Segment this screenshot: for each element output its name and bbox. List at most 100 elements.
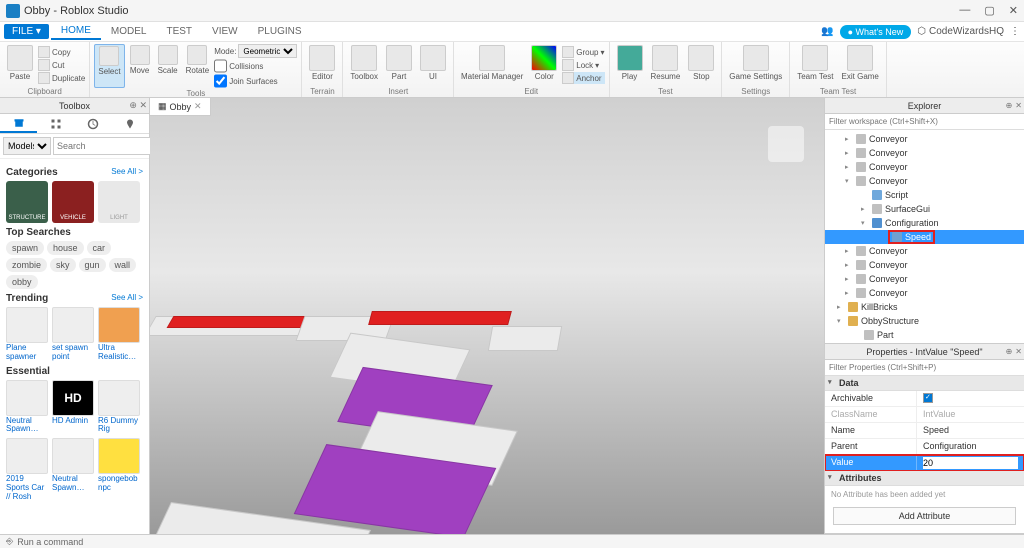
join-check[interactable]: Join Surfaces <box>214 74 297 88</box>
tree-item-part[interactable]: Part <box>825 328 1024 342</box>
properties-close[interactable]: ✕ <box>1015 347 1022 356</box>
trending-seeall[interactable]: See All > <box>111 293 143 304</box>
tree-item[interactable]: ▸Conveyor <box>825 258 1024 272</box>
chip-spawn[interactable]: spawn <box>6 241 44 255</box>
toolbox-tab-inventory[interactable] <box>37 114 74 133</box>
chip-sky[interactable]: sky <box>50 258 76 272</box>
game-settings[interactable]: Game Settings <box>726 44 785 86</box>
prop-parent[interactable]: ParentConfiguration <box>825 439 1024 455</box>
tree-item[interactable]: ▾Conveyor <box>825 174 1024 188</box>
toolbox-category-select[interactable]: Models <box>3 137 51 155</box>
trending-card[interactable]: Plane spawner <box>6 307 48 362</box>
select-tool[interactable]: Select <box>94 44 124 88</box>
essential-card[interactable]: 2019 Sports Car // Rosh <box>6 438 48 501</box>
chip-house[interactable]: house <box>47 241 84 255</box>
prop-value[interactable]: Value <box>825 455 1024 471</box>
resume-button[interactable]: Resume <box>648 44 684 86</box>
lock-button[interactable]: Lock ▾ <box>562 59 604 71</box>
value-input[interactable] <box>923 457 1018 469</box>
tree-item-killbricks[interactable]: ▸KillBricks <box>825 300 1024 314</box>
whats-new-button[interactable]: ● What's New <box>840 25 912 39</box>
essential-card[interactable]: R6 Dummy Rig <box>98 380 140 435</box>
tree-item[interactable]: ▸Conveyor <box>825 160 1024 174</box>
file-menu[interactable]: FILE ▾ <box>4 24 49 39</box>
collisions-check[interactable]: Collisions <box>214 59 297 73</box>
chip-zombie[interactable]: zombie <box>6 258 47 272</box>
anchor-button[interactable]: Anchor <box>562 72 604 84</box>
tab-home[interactable]: HOME <box>51 23 101 40</box>
tab-view[interactable]: VIEW <box>202 24 248 39</box>
group-button[interactable]: Group ▾ <box>562 46 604 58</box>
collab-icon[interactable]: 👥 <box>821 26 833 37</box>
prop-section-data[interactable]: Data <box>825 376 1024 391</box>
essential-card[interactable]: Neutral Spawn… <box>52 438 94 501</box>
chip-obby[interactable]: obby <box>6 275 38 289</box>
prop-name[interactable]: NameSpeed <box>825 423 1024 439</box>
tree-item-part[interactable]: Part <box>825 342 1024 343</box>
user-menu[interactable]: ⬡CodeWizardsHQ <box>917 26 1004 37</box>
trending-card[interactable]: Ultra Realistic… <box>98 307 140 362</box>
ui-button[interactable]: UI <box>417 44 449 86</box>
play-button[interactable]: Play <box>614 44 646 86</box>
toolbox-button[interactable]: Toolbox <box>347 44 381 86</box>
prop-section-attributes[interactable]: Attributes <box>825 471 1024 486</box>
tree-item-config[interactable]: ▾Configuration <box>825 216 1024 230</box>
tree-item[interactable]: ▸Conveyor <box>825 244 1024 258</box>
minimize-button[interactable]: — <box>959 4 970 17</box>
share-icon[interactable]: ⋮ <box>1010 26 1020 37</box>
chip-car[interactable]: car <box>87 241 112 255</box>
chip-wall[interactable]: wall <box>109 258 137 272</box>
team-test[interactable]: Team Test <box>794 44 836 86</box>
explorer-pin[interactable]: ⊕ <box>1006 101 1013 110</box>
prop-archivable[interactable]: Archivable <box>825 391 1024 407</box>
chip-gun[interactable]: gun <box>79 258 106 272</box>
cut-button[interactable]: Cut <box>38 59 85 71</box>
viewport[interactable]: ▦Obby✕ <box>150 98 824 534</box>
terrain-editor[interactable]: Editor <box>306 44 338 86</box>
tab-plugins[interactable]: PLUGINS <box>248 24 312 39</box>
toolbox-tab-creations[interactable] <box>112 114 149 133</box>
toolbox-tab-recent[interactable] <box>75 114 112 133</box>
rotate-tool[interactable]: Rotate <box>183 44 213 88</box>
tab-model[interactable]: MODEL <box>101 24 157 39</box>
scale-tool[interactable]: Scale <box>155 44 181 88</box>
categories-seeall[interactable]: See All > <box>111 167 143 178</box>
color-button[interactable]: Color <box>528 44 560 86</box>
explorer-filter[interactable] <box>825 114 1024 129</box>
exit-game[interactable]: Exit Game <box>839 44 882 86</box>
category-vehicle[interactable]: VEHICLE <box>52 181 94 223</box>
tree-item-speed[interactable]: Speed <box>825 230 1024 244</box>
essential-card[interactable]: HDHD Admin <box>52 380 94 435</box>
add-attribute-button[interactable]: Add Attribute <box>833 507 1016 525</box>
tree-item[interactable]: ▸Conveyor <box>825 272 1024 286</box>
axis-gizmo[interactable] <box>768 126 804 162</box>
status-bar[interactable]: Run a command <box>0 534 1024 548</box>
paste-button[interactable]: Paste <box>4 44 36 86</box>
tree-item[interactable]: ▸Conveyor <box>825 146 1024 160</box>
copy-button[interactable]: Copy <box>38 46 85 58</box>
checkbox-icon[interactable] <box>923 393 933 403</box>
toolbox-close[interactable]: ⊕ ✕ <box>129 100 147 111</box>
explorer-tree[interactable]: ▸Conveyor ▸Conveyor ▸Conveyor ▾Conveyor … <box>825 130 1024 343</box>
duplicate-button[interactable]: Duplicate <box>38 72 85 84</box>
tree-item-script[interactable]: Script <box>825 188 1024 202</box>
material-manager[interactable]: Material Manager <box>458 44 526 86</box>
stop-button[interactable]: Stop <box>685 44 717 86</box>
tree-item-surfacegui[interactable]: ▸SurfaceGui <box>825 202 1024 216</box>
tab-close-icon[interactable]: ✕ <box>194 101 202 112</box>
essential-card[interactable]: Neutral Spawn… <box>6 380 48 435</box>
move-tool[interactable]: Move <box>127 44 153 88</box>
properties-filter[interactable] <box>825 360 1024 375</box>
toolbox-tab-marketplace[interactable] <box>0 114 37 133</box>
tree-item[interactable]: ▸Conveyor <box>825 132 1024 146</box>
properties-pin[interactable]: ⊕ <box>1006 347 1013 356</box>
tree-item-obbystruct[interactable]: ▾ObbyStructure <box>825 314 1024 328</box>
part-button[interactable]: Part <box>383 44 415 86</box>
close-button[interactable]: ✕ <box>1009 4 1018 17</box>
essential-card[interactable]: spongebob npc <box>98 438 140 501</box>
maximize-button[interactable]: ▢ <box>984 4 994 17</box>
tab-test[interactable]: TEST <box>156 24 202 39</box>
mode-select[interactable]: Geometric <box>238 44 297 58</box>
explorer-close[interactable]: ✕ <box>1015 101 1022 110</box>
trending-card[interactable]: set spawn point <box>52 307 94 362</box>
